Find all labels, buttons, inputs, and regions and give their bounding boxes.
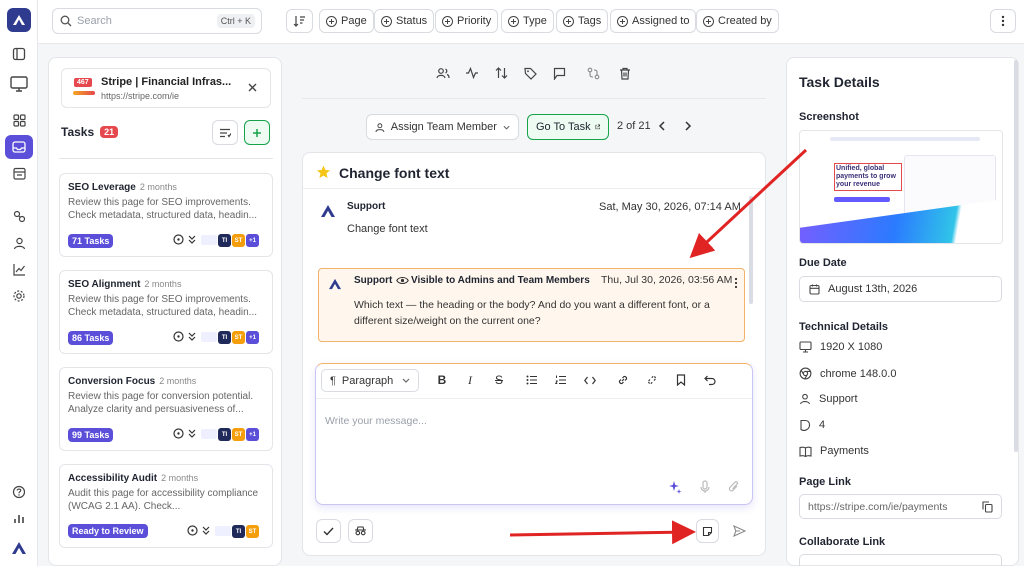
arrow-to-note [689, 148, 808, 259]
annotation-arrows [509, 148, 808, 545]
arrow-to-note-button [509, 520, 696, 545]
